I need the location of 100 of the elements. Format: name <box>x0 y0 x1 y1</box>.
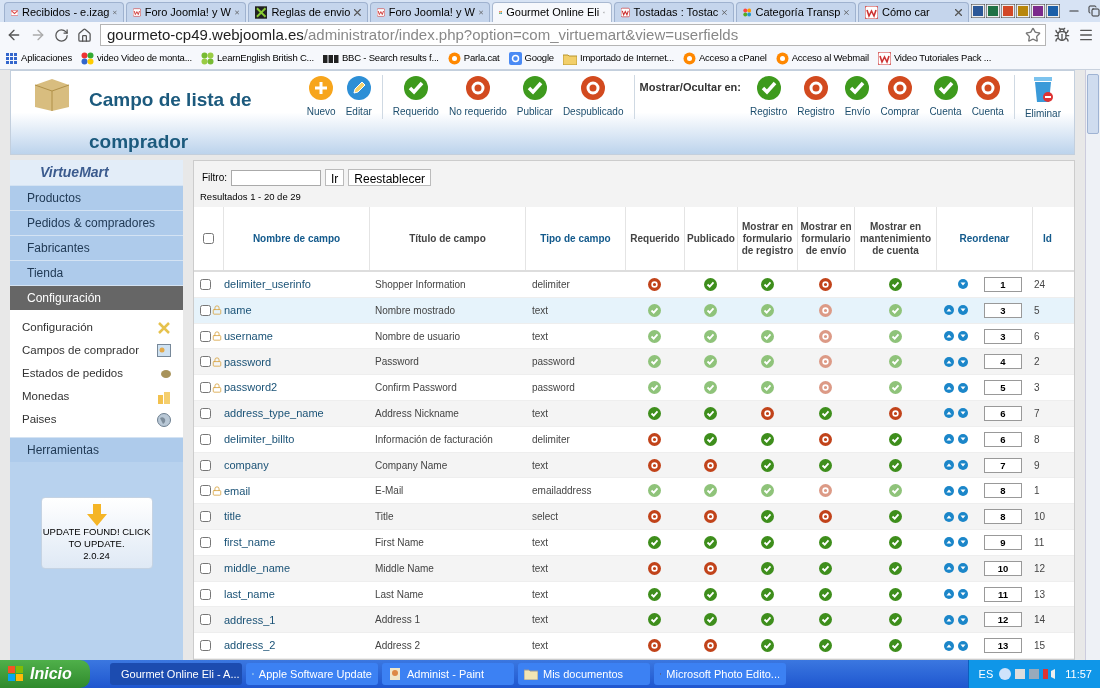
stop-icon[interactable] <box>648 510 661 524</box>
column-header[interactable]: Nombre de campo <box>223 207 369 271</box>
field-name-link[interactable]: address_type_name <box>224 407 324 420</box>
check-icon[interactable] <box>760 277 774 291</box>
arrow-up-icon[interactable] <box>944 640 954 651</box>
field-name-link[interactable]: address_2 <box>224 639 276 652</box>
check-icon[interactable] <box>648 587 661 601</box>
order-field[interactable]: 6 <box>984 405 1022 421</box>
sidebar-item[interactable]: Paises <box>10 408 183 431</box>
order-field[interactable]: 6 <box>984 431 1022 447</box>
check-icon[interactable] <box>704 613 717 627</box>
check-icon[interactable] <box>704 329 717 343</box>
table-row[interactable]: address_1 Address 1 text 12 14 <box>194 607 1074 634</box>
arrow-up-icon[interactable] <box>944 408 954 419</box>
stop-icon[interactable] <box>648 277 661 291</box>
stop-icon[interactable] <box>648 561 661 575</box>
app-icon[interactable] <box>971 4 985 18</box>
check-icon[interactable] <box>760 561 774 575</box>
row-checkbox[interactable] <box>200 304 211 316</box>
check-icon[interactable] <box>888 303 902 317</box>
check-icon[interactable] <box>760 432 774 446</box>
order-field[interactable]: 3 <box>984 302 1022 318</box>
toolbar-button[interactable]: Cuenta <box>924 75 967 119</box>
check-icon[interactable] <box>819 458 832 472</box>
go-button[interactable]: Ir <box>325 169 345 186</box>
stop-icon[interactable] <box>648 432 661 446</box>
select-all-checkbox[interactable] <box>203 233 214 245</box>
check-icon[interactable] <box>819 613 832 627</box>
order-field[interactable]: 3 <box>984 328 1022 344</box>
order-field[interactable]: 11 <box>984 586 1022 602</box>
reload-icon[interactable] <box>54 27 69 43</box>
check-icon[interactable] <box>704 303 717 317</box>
field-name-link[interactable]: name <box>224 304 252 316</box>
row-checkbox[interactable] <box>200 433 211 445</box>
arrow-down-icon[interactable] <box>958 356 968 367</box>
stop-icon[interactable] <box>819 510 832 524</box>
arrow-up-icon[interactable] <box>944 537 954 548</box>
sidebar-section[interactable]: Productos <box>10 185 183 210</box>
sidebar-item[interactable]: Monedas <box>10 385 183 408</box>
check-icon[interactable] <box>704 484 717 498</box>
column-header[interactable]: Reordenar <box>936 207 1032 271</box>
check-icon[interactable] <box>819 587 832 601</box>
field-name-link[interactable]: title <box>224 510 242 523</box>
stop-icon[interactable] <box>819 277 832 291</box>
bookmark-link[interactable]: Acceso al Webmail <box>775 51 869 66</box>
check-icon[interactable] <box>819 535 832 549</box>
field-name-link[interactable]: middle_name <box>224 561 291 574</box>
check-icon[interactable] <box>704 355 717 369</box>
row-checkbox[interactable] <box>200 407 211 419</box>
sidebar-item[interactable]: Campos de comprador <box>10 339 183 362</box>
stop-icon[interactable] <box>704 639 717 653</box>
check-icon[interactable] <box>819 406 832 420</box>
row-checkbox[interactable] <box>200 356 211 368</box>
back-icon[interactable] <box>6 27 22 43</box>
field-name-link[interactable]: delimiter_billto <box>224 432 295 445</box>
field-name-link[interactable]: password <box>224 355 272 368</box>
bookmark-link[interactable]: Importado de Internet... <box>562 51 674 66</box>
arrow-up-icon[interactable] <box>944 382 954 393</box>
check-icon[interactable] <box>760 355 774 369</box>
stop-icon[interactable] <box>819 381 832 395</box>
check-icon[interactable] <box>760 510 774 524</box>
arrow-down-icon[interactable] <box>958 614 968 625</box>
row-checkbox[interactable] <box>200 536 211 548</box>
table-row[interactable]: middle_name Middle Name text 10 12 <box>194 555 1074 582</box>
browser-tab[interactable]: Cómo car <box>858 2 969 22</box>
row-checkbox[interactable] <box>200 614 211 626</box>
check-icon[interactable] <box>760 484 774 498</box>
field-name-link[interactable]: address_1 <box>224 613 276 626</box>
check-icon[interactable] <box>888 535 902 549</box>
arrow-up-icon[interactable] <box>944 305 954 316</box>
arrow-down-icon[interactable] <box>958 382 968 393</box>
browser-tab[interactable]: Reglas de envio <box>248 2 368 22</box>
check-icon[interactable] <box>760 639 774 653</box>
check-icon[interactable] <box>704 277 717 291</box>
home-icon[interactable] <box>77 27 92 43</box>
stop-icon[interactable] <box>819 355 832 369</box>
stop-icon[interactable] <box>704 561 717 575</box>
row-checkbox[interactable] <box>200 278 211 290</box>
app-icon[interactable] <box>1031 4 1045 18</box>
arrow-down-icon[interactable] <box>958 589 968 599</box>
sidebar-item[interactable]: Configuración <box>10 316 183 339</box>
arrow-down-icon[interactable] <box>958 305 968 316</box>
toolbar-button[interactable]: Requerido <box>387 75 444 119</box>
check-icon[interactable] <box>760 535 774 549</box>
check-icon[interactable] <box>760 381 774 395</box>
check-icon[interactable] <box>648 303 661 317</box>
check-icon[interactable] <box>888 587 902 601</box>
check-icon[interactable] <box>888 561 902 575</box>
toolbar-button[interactable]: Cuenta <box>966 75 1009 119</box>
check-icon[interactable] <box>819 639 832 653</box>
row-checkbox[interactable] <box>200 485 211 497</box>
bookmark-link[interactable]: BBC - Search results f... <box>322 51 439 66</box>
stop-icon[interactable] <box>888 406 902 420</box>
taskbar-button[interactable]: Gourmet Online Eli - A... <box>110 663 242 685</box>
order-field[interactable]: 9 <box>984 534 1022 550</box>
order-field[interactable]: 7 <box>984 457 1022 473</box>
bookmark-link[interactable]: Video Tutoriales Pack ... <box>877 51 992 66</box>
arrow-down-icon[interactable] <box>958 408 968 419</box>
check-icon[interactable] <box>888 510 902 524</box>
bookmark-star-icon[interactable] <box>1025 27 1041 43</box>
